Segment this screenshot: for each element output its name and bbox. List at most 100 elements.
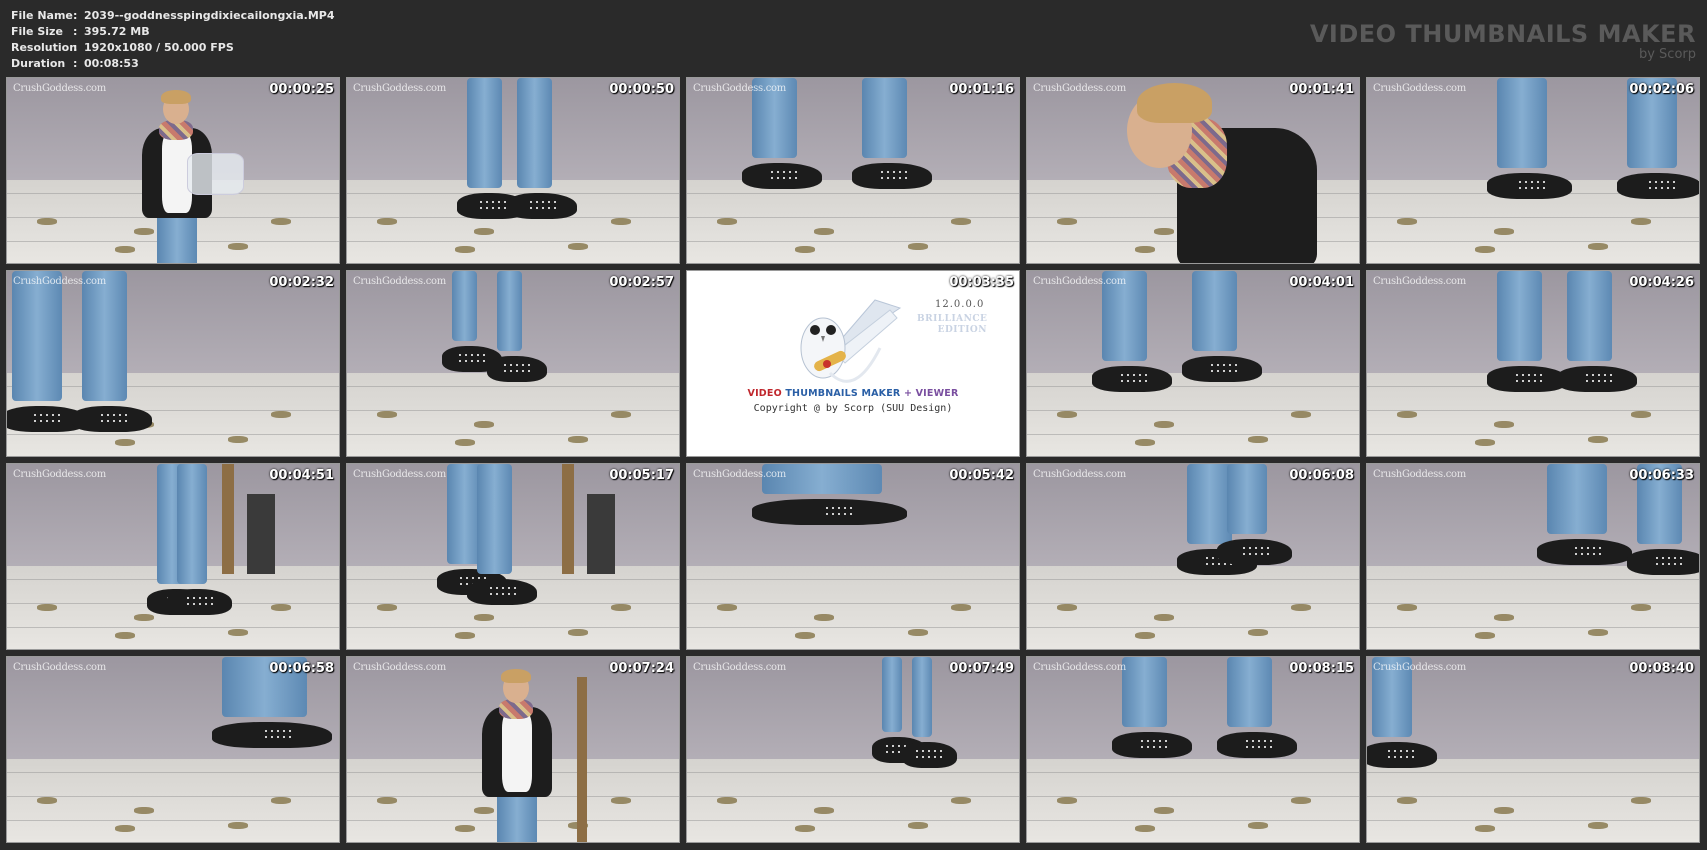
crayfish-item	[1291, 604, 1311, 611]
video-thumbnail[interactable]: CrushGoddess.com 00:08:40	[1366, 656, 1700, 843]
video-thumbnail[interactable]: CrushGoddess.com 00:02:06	[1366, 77, 1700, 264]
video-thumbnail[interactable]: CrushGoddess.com 00:04:26	[1366, 270, 1700, 457]
video-thumbnail[interactable]: CrushGoddess.com 00:00:25	[6, 77, 340, 264]
jeans-leg	[862, 78, 907, 158]
thumbnail-image	[687, 464, 1019, 649]
shoe-studs	[1514, 372, 1544, 386]
shoe-studs	[1209, 362, 1239, 376]
crayfish-item	[228, 436, 248, 443]
video-thumbnail[interactable]: CrushGoddess.com 00:07:49	[686, 656, 1020, 843]
timecode-label: 00:07:49	[949, 661, 1014, 676]
video-thumbnail[interactable]: CrushGoddess.com 00:02:57	[346, 270, 680, 457]
crayfish-item	[1154, 228, 1174, 235]
shoe-studs	[99, 412, 129, 426]
crayfish-item	[474, 421, 494, 428]
video-thumbnail[interactable]: CrushGoddess.com 00:07:24	[346, 656, 680, 843]
file-size-separator: :	[73, 25, 78, 38]
shoe-studs	[478, 199, 508, 213]
crayfish-item	[814, 614, 834, 621]
thumbnail-image	[1027, 78, 1359, 263]
crayfish-item	[228, 822, 248, 829]
floor-tile-line	[7, 795, 339, 797]
timecode-label: 00:03:35	[949, 275, 1014, 290]
thumbnail-image	[1027, 464, 1359, 649]
video-thumbnail[interactable]: CrushGoddess.com 00:08:15	[1026, 656, 1360, 843]
duration-row: Duration : 00:08:53	[11, 56, 335, 72]
crayfish-item	[1588, 629, 1608, 636]
crayfish-item	[717, 218, 737, 225]
video-thumbnail[interactable]: CrushGoddess.com 00:01:16	[686, 77, 1020, 264]
site-watermark: CrushGoddess.com	[1373, 469, 1466, 480]
thumbnail-image	[1367, 657, 1699, 842]
crayfish-item	[1475, 632, 1495, 639]
duration-label: Duration	[11, 57, 66, 70]
floor-tile-line	[1367, 216, 1699, 218]
crayfish-item	[568, 436, 588, 443]
thumbnail-image: 12.0.0.0 BRILLIANCE EDITION VIDEO THUMBNAIL…	[687, 271, 1019, 456]
crayfish-item	[1397, 218, 1417, 225]
crayfish-item	[1588, 436, 1608, 443]
resolution-separator: :	[73, 41, 78, 54]
floor-tile-line	[687, 240, 1019, 242]
floor-tile-line	[1367, 602, 1699, 604]
crayfish-item	[37, 604, 57, 611]
video-thumbnail[interactable]: CrushGoddess.com 00:05:42	[686, 463, 1020, 650]
video-thumbnail[interactable]: CrushGoddess.com 00:00:50	[346, 77, 680, 264]
file-name-label: File Name	[11, 9, 73, 22]
logo-thumbnail[interactable]: 12.0.0.0 BRILLIANCE EDITION VIDEO THUMBNAIL…	[686, 270, 1020, 457]
floor-tile-line	[1367, 240, 1699, 242]
shoe-studs	[1241, 545, 1271, 559]
video-thumbnail[interactable]: CrushGoddess.com 00:06:08	[1026, 463, 1360, 650]
timecode-label: 00:02:06	[1629, 82, 1694, 97]
version-label: 12.0.0.0	[935, 299, 985, 310]
crayfish-item	[271, 604, 291, 611]
crayfish-item	[115, 246, 135, 253]
site-watermark: CrushGoddess.com	[693, 83, 786, 94]
crayfish-item	[455, 439, 475, 446]
crayfish-item	[115, 439, 135, 446]
floor-tile-line	[1027, 626, 1359, 628]
product-name-part-2: THUMBNAILS MAKER	[785, 388, 904, 399]
floor-tile-line	[347, 626, 679, 628]
crayfish-item	[134, 228, 154, 235]
floor-tile-line	[347, 192, 679, 194]
crayfish-item	[271, 218, 291, 225]
timecode-label: 00:01:16	[949, 82, 1014, 97]
crayfish-item	[568, 243, 588, 250]
shoe-studs	[263, 728, 293, 742]
floor-tile-line	[687, 192, 1019, 194]
video-thumbnail[interactable]: CrushGoddess.com 00:06:33	[1366, 463, 1700, 650]
jeans-leg	[477, 464, 512, 574]
resolution-label: Resolution	[11, 41, 78, 54]
video-thumbnail[interactable]: CrushGoddess.com 00:06:58	[6, 656, 340, 843]
floor-tile-line	[1367, 409, 1699, 411]
video-thumbnail[interactable]: CrushGoddess.com 00:05:17	[346, 463, 680, 650]
shoe-studs	[1654, 555, 1684, 569]
floor-tile-line	[7, 626, 339, 628]
floor-tile-line	[1027, 409, 1359, 411]
timecode-label: 00:00:50	[609, 82, 674, 97]
shoe-studs	[879, 169, 909, 183]
crayfish-item	[814, 228, 834, 235]
video-thumbnail[interactable]: CrushGoddess.com 00:02:32	[6, 270, 340, 457]
crayfish-item	[795, 246, 815, 253]
crayfish-item	[908, 629, 928, 636]
product-name-part-3: + VIEWER	[903, 388, 959, 399]
video-thumbnail[interactable]: CrushGoddess.com 00:01:41	[1026, 77, 1360, 264]
floor-tile-line	[347, 409, 679, 411]
crayfish-item	[1631, 218, 1651, 225]
stool	[587, 494, 615, 574]
white-top	[502, 712, 532, 792]
crayfish-item	[474, 614, 494, 621]
thumbnail-image	[1367, 271, 1699, 456]
floor-tile-line	[1027, 602, 1359, 604]
video-thumbnail[interactable]: CrushGoddess.com 00:04:51	[6, 463, 340, 650]
resolution-value: 1920x1080 / 50.000 FPS	[84, 41, 234, 54]
file-name-value: 2039--goddnesspingdixiecailongxia.MP4	[84, 9, 335, 22]
floor-tile-line	[1367, 819, 1699, 821]
thumbnail-image	[7, 657, 339, 842]
floor-tile-line	[347, 433, 679, 435]
jeans-leg	[467, 78, 502, 188]
crayfish-item	[717, 797, 737, 804]
video-thumbnail[interactable]: CrushGoddess.com 00:04:01	[1026, 270, 1360, 457]
